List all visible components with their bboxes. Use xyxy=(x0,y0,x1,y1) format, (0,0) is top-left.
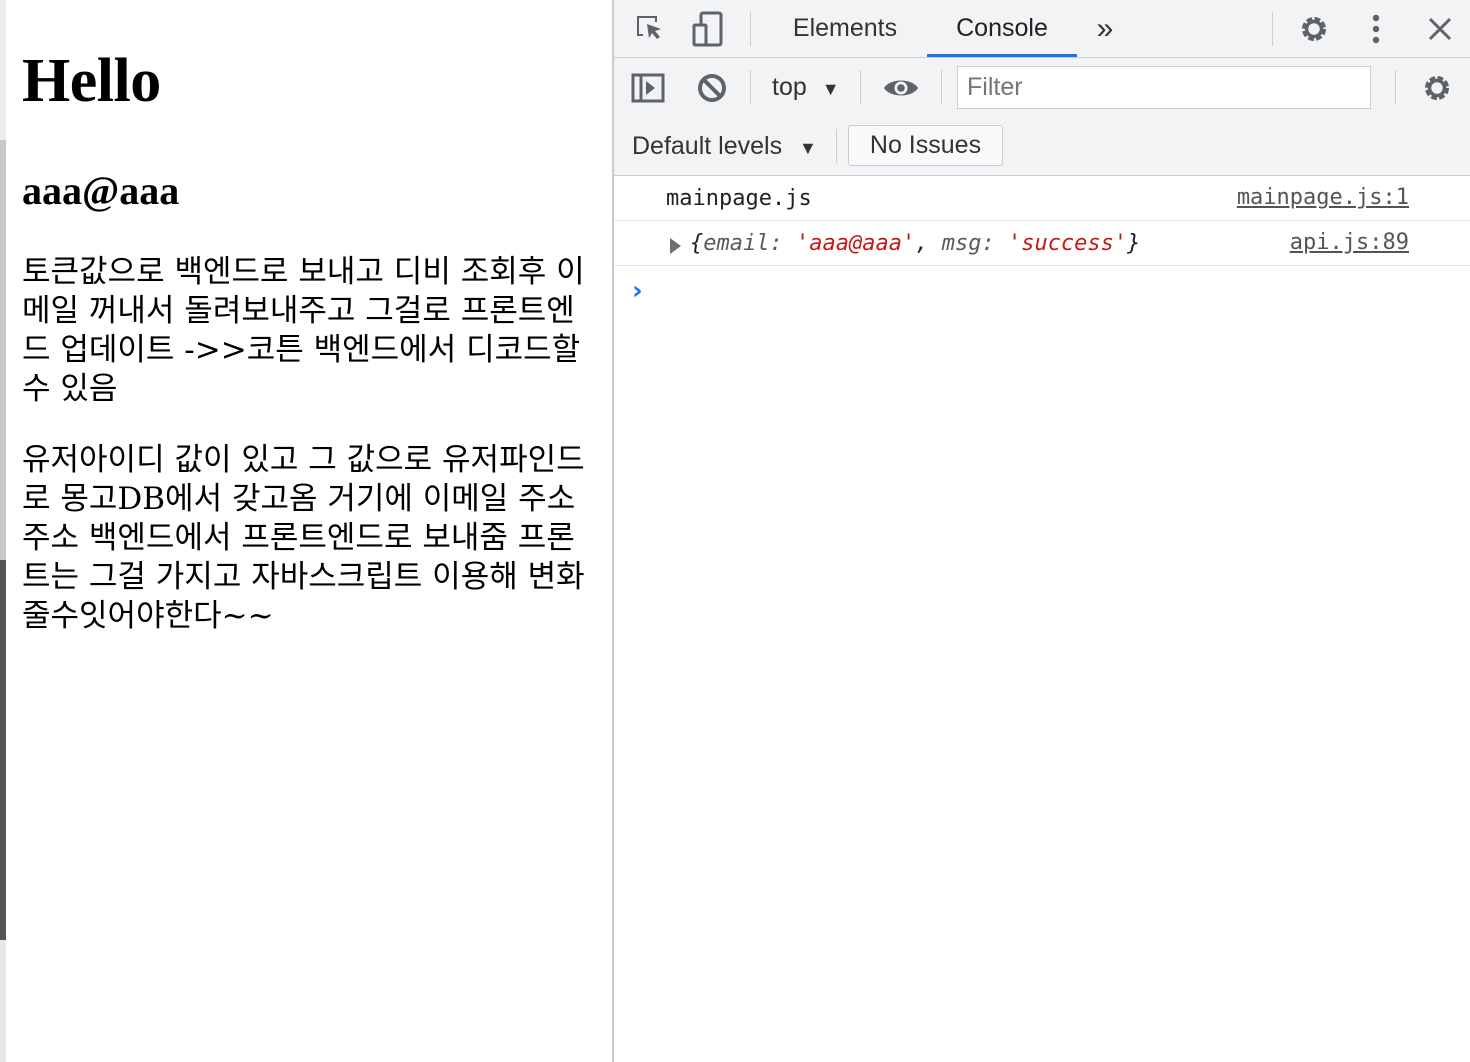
page-viewport: Hello aaa@aaa 토큰값으로 백엔드로 보내고 디비 조회후 이메일 … xyxy=(6,0,612,1062)
expand-triangle-icon[interactable] xyxy=(670,238,681,254)
chevron-down-icon: ▼ xyxy=(799,138,817,158)
tab-console[interactable]: Console xyxy=(927,0,1077,57)
object-value: 'aaa@aaa' xyxy=(795,231,916,256)
console-messages: mainpage.js mainpage.js:1 {email: 'aaa@a… xyxy=(614,176,1470,306)
kebab-menu-icon[interactable] xyxy=(1358,10,1394,48)
device-toolbar-icon[interactable] xyxy=(688,10,728,48)
console-message: mainpage.js mainpage.js:1 xyxy=(614,176,1470,221)
more-tabs-icon[interactable]: » xyxy=(1090,0,1120,57)
issues-button[interactable]: No Issues xyxy=(848,125,1003,166)
console-message: {email: 'aaa@aaa', msg: 'success'} api.j… xyxy=(614,221,1470,266)
note-paragraph-1: 토큰값으로 백엔드로 보내고 디비 조회후 이메일 꺼내서 돌려보내주고 그걸로… xyxy=(22,254,585,407)
inspect-element-icon[interactable] xyxy=(630,10,670,48)
console-source-link[interactable]: api.js:89 xyxy=(1290,230,1409,255)
console-prompt-icon[interactable]: › xyxy=(632,276,643,306)
object-value: 'success' xyxy=(1007,231,1128,256)
page-heading: Hello xyxy=(22,47,161,115)
console-message-text: mainpage.js xyxy=(666,186,812,211)
eye-icon[interactable] xyxy=(880,70,922,106)
object-comma: , xyxy=(915,231,942,256)
sidebar-toggle-icon[interactable] xyxy=(628,70,668,106)
gear-icon[interactable] xyxy=(1294,10,1334,48)
chevron-down-icon: ▼ xyxy=(821,79,840,99)
object-colon: : xyxy=(981,231,1008,256)
object-colon: : xyxy=(769,231,796,256)
console-settings-gear-icon[interactable] xyxy=(1417,70,1457,106)
filter-input[interactable] xyxy=(957,66,1371,109)
context-selector[interactable]: top ▼ xyxy=(772,58,840,117)
log-levels-dropdown[interactable]: Default levels ▼ xyxy=(632,117,817,175)
note-paragraph-2: 유저아이디 값이 있고 그 값으로 유저파인드로 몽고DB에서 갖고옴 거기에 … xyxy=(22,442,585,634)
console-toolbar: top ▼ xyxy=(614,58,1470,117)
user-email-heading: aaa@aaa xyxy=(22,168,180,213)
console-object-preview[interactable]: {email: 'aaa@aaa', msg: 'success'} xyxy=(690,231,1140,256)
object-key: email xyxy=(703,231,770,256)
object-key: msg xyxy=(941,231,982,256)
devtools-panel: Elements Console » top ▼ Filter Default … xyxy=(614,0,1470,1062)
close-icon[interactable] xyxy=(1422,10,1458,48)
console-toolbar-secondary: Default levels ▼ No Issues xyxy=(614,117,1470,176)
tab-elements[interactable]: Elements xyxy=(779,0,911,57)
object-brace: } xyxy=(1127,231,1141,256)
object-brace: { xyxy=(690,231,704,256)
context-selector-value: top xyxy=(772,73,807,101)
console-source-link[interactable]: mainpage.js:1 xyxy=(1237,185,1409,210)
devtools-tab-bar: Elements Console » xyxy=(614,0,1470,58)
log-levels-label: Default levels xyxy=(632,132,783,160)
clear-console-icon[interactable] xyxy=(692,70,732,106)
